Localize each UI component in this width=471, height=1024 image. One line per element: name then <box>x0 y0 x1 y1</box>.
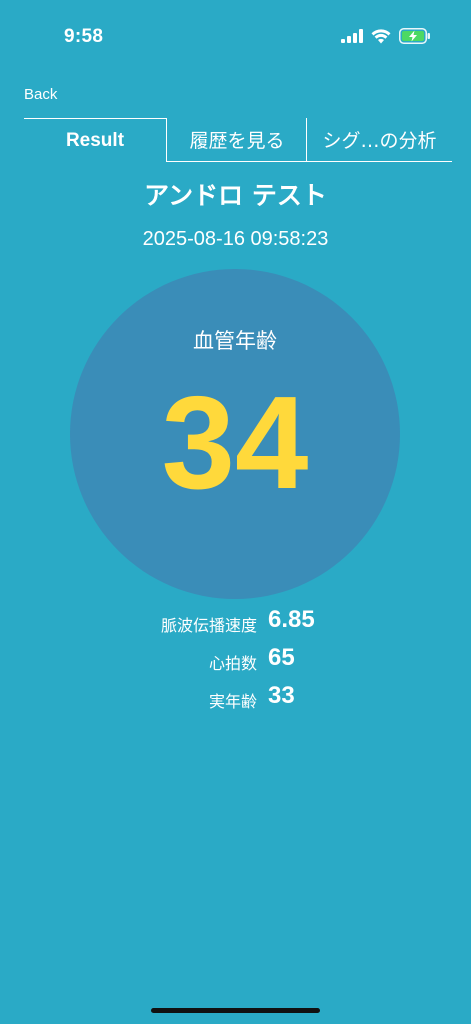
metric-label: 実年齢 <box>208 692 257 711</box>
back-button[interactable]: Back <box>24 86 57 103</box>
metric-row-actual-age: 実年齢 33 <box>0 680 471 718</box>
metric-value: 6.85 <box>268 606 315 633</box>
test-title: アンドロ テスト <box>144 181 327 210</box>
metric-value: 65 <box>268 644 295 671</box>
tab-history[interactable]: 履歴を見る <box>166 118 307 162</box>
metric-label: 脈波伝播速度 <box>160 616 257 635</box>
tab-bar: Result 履歴を見る シグ…の分析 <box>24 118 452 164</box>
tab-signal-analysis[interactable]: シグ…の分析 <box>306 118 452 162</box>
test-timestamp: 2025-08-16 09:58:23 <box>142 228 329 250</box>
vascular-age-value: 34 <box>161 369 309 516</box>
metric-row-pwv: 脈波伝播速度 6.85 <box>0 604 471 642</box>
tab-result[interactable]: Result <box>24 118 166 162</box>
cellular-signal-icon <box>341 29 363 43</box>
metric-value: 33 <box>268 682 295 709</box>
status-icons <box>341 28 431 44</box>
vascular-age-label: 血管年齢 <box>193 329 277 353</box>
vascular-age-circle: 血管年齢 34 <box>70 269 400 599</box>
status-bar: 9:58 <box>0 0 471 72</box>
status-time: 9:58 <box>64 26 104 47</box>
home-indicator[interactable] <box>151 1008 320 1013</box>
battery-charging-icon <box>399 28 430 44</box>
metric-row-heart-rate: 心拍数 65 <box>0 642 471 680</box>
metric-label: 心拍数 <box>208 654 257 673</box>
wifi-icon <box>371 28 391 43</box>
